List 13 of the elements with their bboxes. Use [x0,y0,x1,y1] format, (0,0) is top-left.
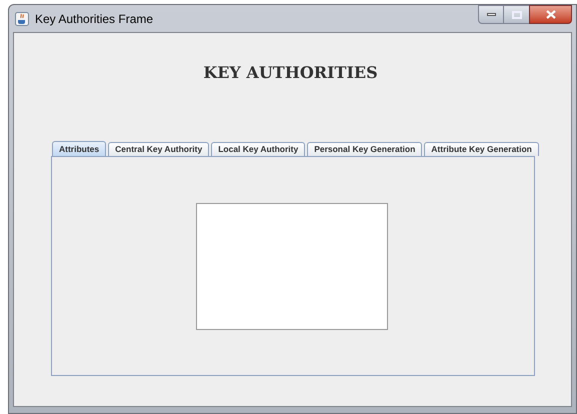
tab[interactable]: Personal Key Generation [307,142,422,156]
close-icon [546,10,556,19]
tab[interactable]: Attributes [52,141,106,156]
window-title: Key Authorities Frame [35,10,154,28]
tab[interactable]: Central Key Authority [108,142,210,156]
tab[interactable]: Attribute Key Generation [424,142,539,156]
java-cup-icon [15,12,29,26]
text-area[interactable] [196,203,388,330]
minimize-button[interactable] [478,5,504,24]
close-button[interactable] [529,5,572,24]
maximize-button[interactable] [504,5,529,24]
page-heading: KEY AUTHORITIES [203,62,378,84]
tab[interactable]: Local Key Authority [211,142,306,156]
